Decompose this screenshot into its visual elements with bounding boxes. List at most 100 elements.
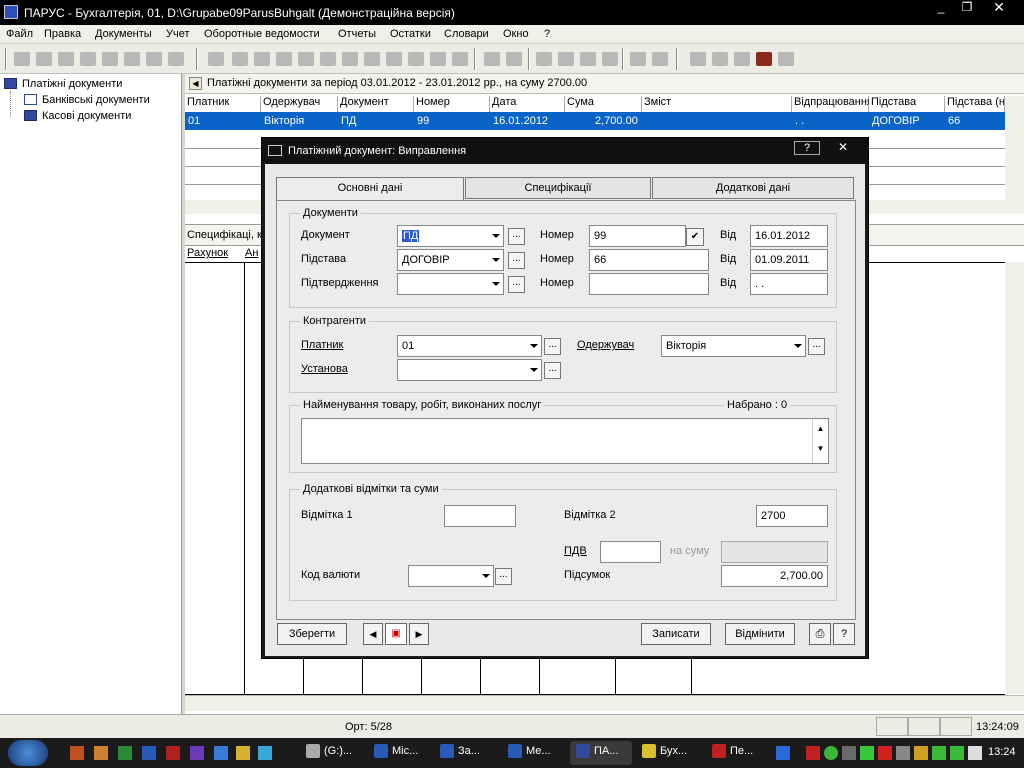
payer-browse-button[interactable]: ... — [544, 338, 561, 355]
col-header-basis[interactable]: Підстава — [869, 96, 945, 112]
save-button[interactable]: Зберегти — [277, 623, 347, 645]
col-header-payer[interactable]: Платник — [185, 96, 261, 112]
import-icon[interactable] — [652, 52, 668, 66]
dialog-close-button[interactable]: ✕ — [824, 141, 862, 155]
total-field[interactable]: 2,700.00 — [721, 565, 828, 587]
binoculars-icon[interactable] — [484, 52, 500, 66]
institution-browse-button[interactable]: ... — [544, 362, 561, 379]
menu-help[interactable]: ? — [544, 28, 550, 40]
export-icon[interactable] — [630, 52, 646, 66]
payer-select[interactable]: 01 — [397, 335, 542, 357]
goods-textarea[interactable]: ▲ ▼ — [301, 418, 829, 464]
cancel-button[interactable]: Відмінити — [725, 623, 795, 645]
package-icon[interactable] — [168, 52, 184, 66]
recipient-select[interactable]: Вікторія — [661, 335, 806, 357]
col-header-content[interactable]: Зміст — [642, 96, 792, 112]
tray-icon[interactable] — [860, 746, 874, 760]
basis-browse-button[interactable]: ... — [508, 252, 525, 269]
quicklaunch-icon[interactable] — [166, 746, 180, 760]
calculator-icon[interactable] — [690, 52, 706, 66]
minimize-button[interactable]: _ — [928, 0, 954, 16]
report-icon[interactable] — [320, 52, 336, 66]
document-icon[interactable] — [232, 52, 248, 66]
tray-icon[interactable] — [806, 746, 820, 760]
volume-icon[interactable] — [968, 746, 982, 760]
print-icon[interactable] — [146, 52, 162, 66]
taskbar-item-parus[interactable]: ПА... — [576, 744, 618, 762]
col-header-recipient[interactable]: Одержувач — [261, 96, 338, 112]
specs-col-analytics[interactable]: Ан — [245, 247, 258, 259]
menu-reports[interactable]: Отчеты — [338, 28, 376, 40]
tree-item-bank-docs[interactable]: Банківські документи — [42, 94, 150, 106]
exchange-icon[interactable] — [558, 52, 574, 66]
taskbar-item-drive[interactable]: (G:)... — [306, 744, 352, 762]
chart-icon[interactable] — [342, 52, 358, 66]
signal-icon[interactable] — [932, 746, 946, 760]
link-icon[interactable] — [506, 52, 522, 66]
quicklaunch-icon[interactable] — [142, 746, 156, 760]
grid-icon[interactable] — [386, 52, 402, 66]
tray-icon[interactable] — [914, 746, 928, 760]
spy-icon[interactable] — [756, 52, 772, 66]
filter-clear-icon[interactable] — [124, 52, 140, 66]
next-record-button[interactable]: ▶ — [409, 623, 429, 645]
start-button[interactable] — [8, 740, 48, 766]
mark2-field[interactable]: 2700 — [756, 505, 828, 527]
dialog-help-button[interactable]: ? — [794, 141, 820, 155]
confirmation-number-field[interactable] — [589, 273, 709, 295]
taskbar-item-word3[interactable]: Ме... — [508, 744, 551, 762]
number-field[interactable]: 99 — [589, 225, 686, 247]
mark1-field[interactable] — [444, 505, 516, 527]
new-doc-icon[interactable] — [14, 52, 30, 66]
quicklaunch-icon[interactable] — [190, 746, 204, 760]
language-icon[interactable] — [776, 746, 790, 760]
check-icon[interactable] — [950, 746, 964, 760]
tray-icon[interactable] — [842, 746, 856, 760]
exit-icon[interactable] — [778, 52, 794, 66]
col-header-basis-num[interactable]: Підстава (н — [945, 96, 1005, 112]
quicklaunch-icon[interactable] — [258, 746, 272, 760]
tree-item-payment-docs[interactable]: Платіжні документи — [22, 78, 122, 90]
tab-specifications[interactable]: Специфікації — [465, 177, 651, 199]
tools-icon[interactable] — [452, 52, 468, 66]
menu-dictionaries[interactable]: Словари — [444, 28, 489, 40]
help-button[interactable]: ? — [833, 623, 855, 645]
wrench-icon[interactable] — [712, 52, 728, 66]
document-browse-button[interactable]: ... — [508, 228, 525, 245]
tree-item-cash-docs[interactable]: Касові документи — [42, 110, 131, 122]
tab-additional-data[interactable]: Додаткові дані — [652, 177, 854, 199]
config-icon[interactable] — [602, 52, 618, 66]
taskbar-item-buh[interactable]: Бух... — [642, 744, 687, 762]
vat-field[interactable] — [600, 541, 661, 563]
taskbar-item-word2[interactable]: За... — [440, 744, 480, 762]
menu-accounting[interactable]: Учет — [166, 28, 190, 40]
menu-turnover[interactable]: Оборотные ведомости — [204, 28, 320, 40]
quicklaunch-icon[interactable] — [236, 746, 250, 760]
refresh-icon[interactable] — [536, 52, 552, 66]
bookmark-icon[interactable] — [208, 52, 224, 66]
table-row-selected[interactable]: 01 Вікторія ПД 99 16.01.2012 2,700.00 . … — [185, 112, 1005, 130]
document-icon-button[interactable]: ▣ — [385, 623, 407, 645]
people-icon[interactable] — [580, 52, 596, 66]
table-icon[interactable] — [298, 52, 314, 66]
taskbar-item-opera[interactable]: Пе... — [712, 744, 753, 762]
menu-balances[interactable]: Остатки — [390, 28, 431, 40]
close-button[interactable]: ✕ — [986, 0, 1012, 16]
lower-hscrollbar[interactable] — [185, 695, 1024, 711]
print-icon[interactable]: ⎙ — [809, 623, 831, 645]
confirmation-select[interactable] — [397, 273, 504, 295]
confirmation-date-field[interactable]: . . — [750, 273, 828, 295]
tray-icon[interactable] — [896, 746, 910, 760]
folder-icon[interactable] — [734, 52, 750, 66]
basis-date-field[interactable]: 01.09.2011 — [750, 249, 828, 271]
specs-col-account[interactable]: Рахунок — [187, 247, 228, 259]
quicklaunch-icon[interactable] — [70, 746, 84, 760]
maximize-button[interactable]: ❐ — [954, 0, 980, 16]
delete-icon[interactable] — [80, 52, 96, 66]
menu-file[interactable]: Файл — [6, 28, 33, 40]
lower-vscrollbar[interactable] — [1005, 262, 1024, 694]
basis-select[interactable]: ДОГОВІР — [397, 249, 504, 271]
currency-browse-button[interactable]: ... — [495, 568, 512, 585]
goods-scrollbar[interactable]: ▲ ▼ — [812, 419, 828, 463]
quicklaunch-icon[interactable] — [94, 746, 108, 760]
